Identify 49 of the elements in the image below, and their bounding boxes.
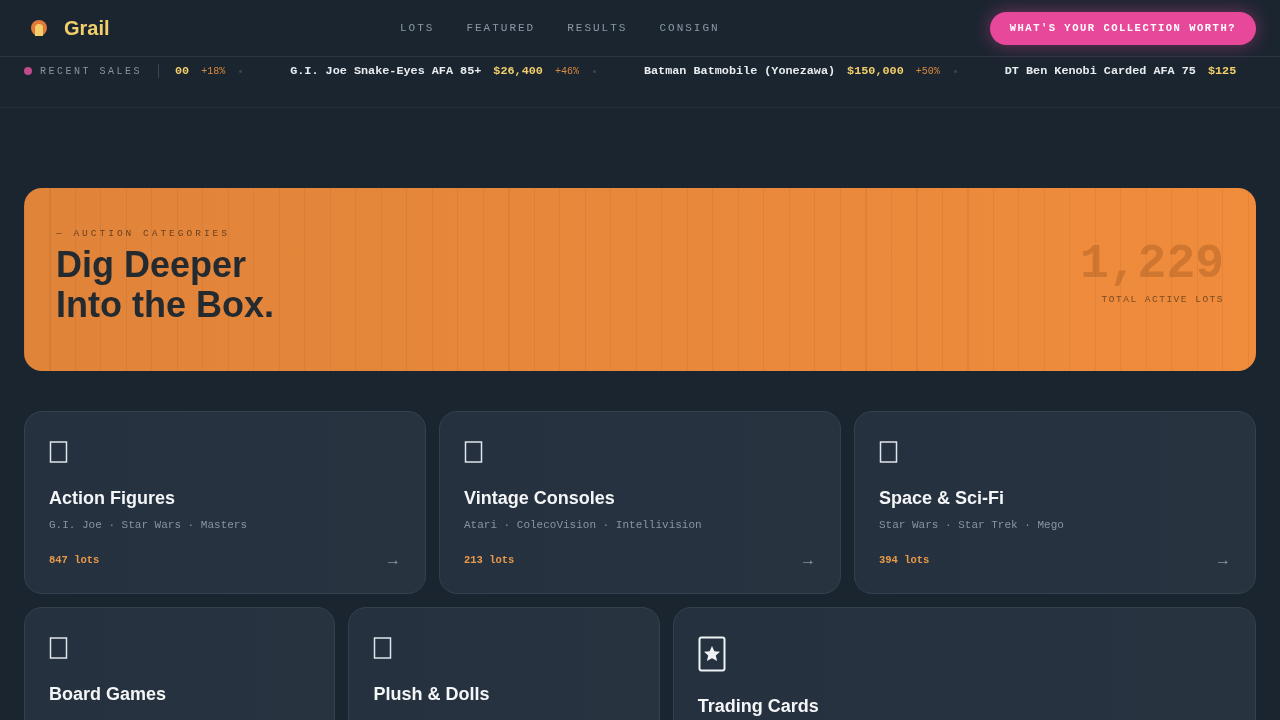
nav-link[interactable]: LOTS [400, 22, 435, 34]
category-title: Space & Sci-Fi [879, 488, 1006, 509]
hero-title: Dig Deeper Into the Box. [56, 245, 274, 325]
category-card[interactable]: Trading Cards [672, 607, 1256, 720]
arrow-icon: → [800, 551, 816, 569]
placeholder-icon [49, 440, 69, 464]
category-card[interactable]: Plush & Dolls [348, 607, 660, 720]
ticker-label: RECENT SALES [40, 65, 142, 77]
logo-icon [28, 17, 50, 39]
star-card-icon [697, 636, 726, 672]
lot-count: 394 lots [879, 554, 930, 566]
category-card[interactable]: Board Games [24, 607, 336, 720]
brand-name: Grail [64, 16, 110, 40]
sale-price: $150,000 [847, 64, 904, 78]
category-title: Trading Cards [697, 696, 820, 717]
sale-price: 00 [175, 64, 190, 78]
placeholder-icon [879, 440, 899, 464]
sale-price: $26,400 [493, 64, 543, 78]
valuation-button[interactable]: WHAT'S YOUR COLLECTION WORTH? [989, 11, 1256, 45]
category-title: Vintage Consoles [464, 488, 616, 509]
category-card[interactable]: Vintage Consoles Atari · ColecoVision · Intellivision 213 lots → [439, 411, 841, 594]
lot-count: 847 lots [49, 554, 100, 566]
placeholder-icon [49, 636, 69, 660]
sale-change: +46% [554, 65, 579, 77]
category-card[interactable]: Space & Sci-Fi Star Wars · Star Trek · Mego 394 lots → [854, 411, 1256, 594]
placeholder-icon [464, 440, 484, 464]
category-title: Plush & Dolls [373, 684, 491, 705]
category-tags: G.I. Joe · Star Wars · Masters [49, 519, 401, 531]
arrow-icon: → [1215, 551, 1231, 569]
eyebrow-text: — AUCTION CATEGORIES [56, 228, 232, 239]
placeholder-icon [373, 636, 394, 660]
category-title: Action Figures [49, 488, 176, 509]
sale-name: Batman Batmobile (Yonezawa) [643, 64, 836, 78]
count-label: TOTAL ACTIVE LOTS [1101, 294, 1224, 305]
sale-change: +50% [915, 65, 940, 77]
sale-name: DT Ben Kenobi Carded AFA 75 [1004, 64, 1196, 78]
sale-change: +18% [201, 65, 226, 77]
sale-price: $125 [1207, 64, 1237, 78]
category-tags: Atari · ColecoVision · Intellivision [464, 519, 816, 531]
category-title: Board Games [49, 684, 168, 705]
category-tags: Star Wars · Star Trek · Mego [879, 519, 1231, 531]
nav-link[interactable]: CONSIGN [659, 22, 720, 34]
nav-link[interactable]: RESULTS [567, 22, 628, 34]
nav-link[interactable]: FEATURED [466, 22, 536, 34]
arrow-icon: → [385, 551, 401, 569]
lot-count: 213 lots [464, 554, 515, 566]
sale-name: G.I. Joe Snake-Eyes AFA 85+ [290, 64, 482, 78]
category-card[interactable]: Action Figures G.I. Joe · Star Wars · Masters 847 lots → [24, 411, 426, 594]
live-dot [24, 67, 32, 75]
